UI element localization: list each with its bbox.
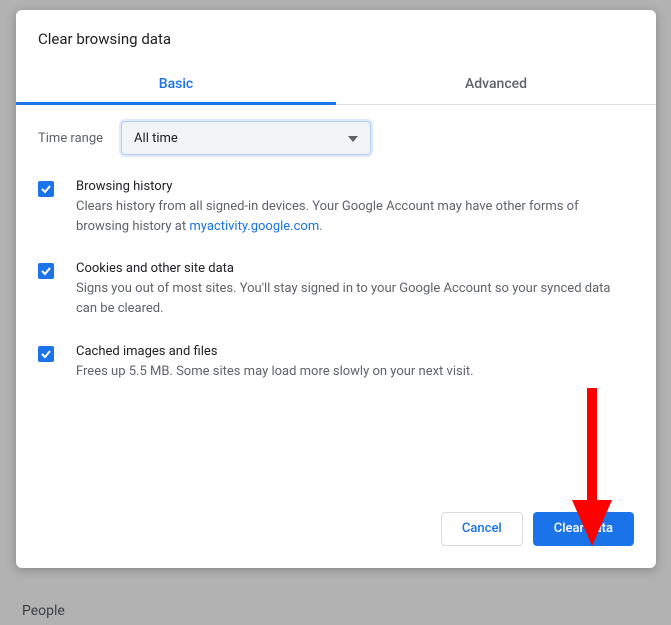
time-range-label: Time range — [38, 131, 103, 146]
time-range-row: Time range All time — [38, 121, 634, 155]
dialog-footer: Cancel Clear data — [16, 496, 656, 568]
option-description: Signs you out of most sites. You'll stay… — [76, 279, 634, 319]
option-desc-prefix: Clears history from all signed-in device… — [76, 199, 579, 234]
checkbox-cached[interactable] — [38, 346, 54, 362]
background-section-label: People — [22, 603, 65, 619]
check-icon — [40, 265, 52, 277]
option-desc-suffix: . — [319, 219, 322, 234]
checkbox-browsing-history[interactable] — [38, 181, 54, 197]
time-range-value: All time — [134, 131, 178, 146]
option-title: Cookies and other site data — [76, 261, 634, 276]
check-icon — [40, 183, 52, 195]
option-description: Frees up 5.5 MB. Some sites may load mor… — [76, 362, 474, 382]
option-text: Cached images and files Frees up 5.5 MB.… — [76, 344, 474, 382]
clear-browsing-data-dialog: Clear browsing data Basic Advanced Time … — [16, 10, 656, 568]
tab-basic[interactable]: Basic — [16, 64, 336, 104]
myactivity-link[interactable]: myactivity.google.com — [189, 219, 319, 234]
dialog-content: Time range All time Browsing history Cle… — [16, 105, 656, 416]
option-description: Clears history from all signed-in device… — [76, 197, 634, 237]
option-cookies: Cookies and other site data Signs you ou… — [38, 261, 634, 319]
chevron-down-icon — [348, 131, 358, 146]
option-title: Cached images and files — [76, 344, 474, 359]
option-text: Cookies and other site data Signs you ou… — [76, 261, 634, 319]
tab-advanced[interactable]: Advanced — [336, 64, 656, 104]
time-range-select[interactable]: All time — [121, 121, 371, 155]
dialog-title: Clear browsing data — [16, 10, 656, 64]
option-title: Browsing history — [76, 179, 634, 194]
clear-data-button[interactable]: Clear data — [533, 512, 634, 546]
cancel-button[interactable]: Cancel — [441, 512, 523, 546]
option-cached: Cached images and files Frees up 5.5 MB.… — [38, 344, 634, 382]
tabs: Basic Advanced — [16, 64, 656, 105]
option-browsing-history: Browsing history Clears history from all… — [38, 179, 634, 237]
check-icon — [40, 348, 52, 360]
option-text: Browsing history Clears history from all… — [76, 179, 634, 237]
checkbox-cookies[interactable] — [38, 263, 54, 279]
